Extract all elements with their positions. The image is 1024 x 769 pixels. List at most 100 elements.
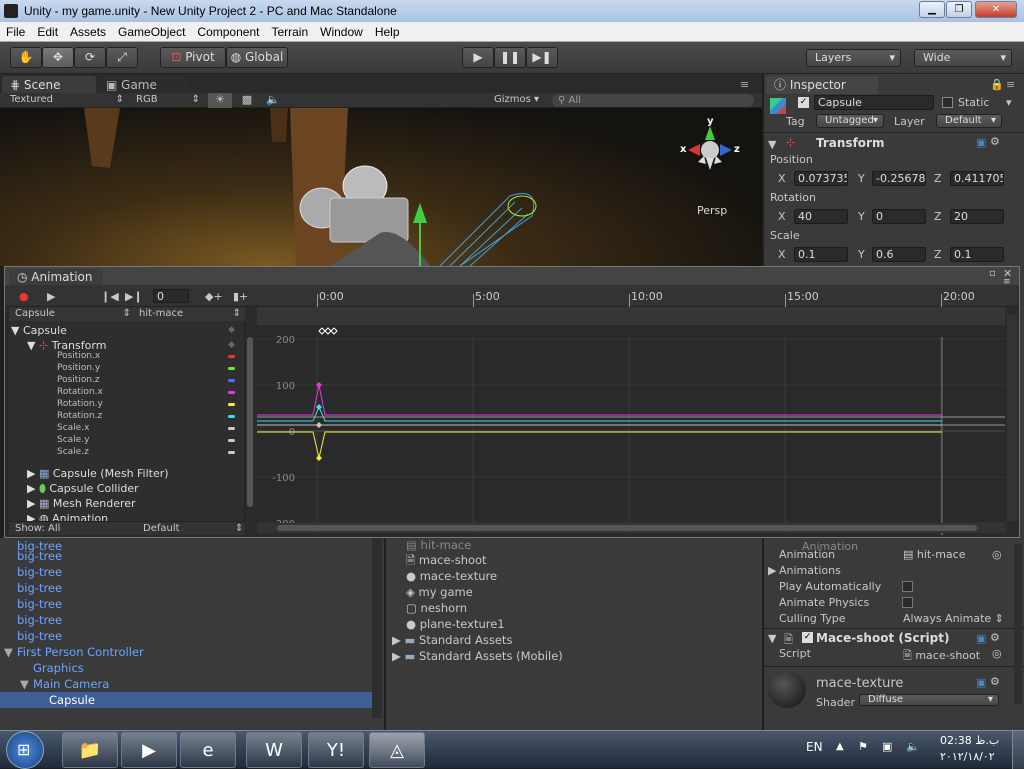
project-item-plane-texture1[interactable]: ● plane-texture1 [406,617,505,631]
tag-dropdown[interactable]: Untagged [816,114,884,128]
inspector-scrollbar[interactable] [1014,544,1022,704]
animate-physics-checkbox[interactable] [902,597,913,608]
position-y-field[interactable]: -0.25678 [872,171,926,186]
move-tool-icon[interactable]: ✥ [42,47,74,68]
scene-audio-icon[interactable]: 🔈 [262,93,284,108]
curve-property-rotation-z[interactable]: Rotation.z [57,411,102,421]
menu-component[interactable]: Component [191,25,265,39]
project-item-standard-assets-mobile[interactable]: ▶ ▬ Standard Assets (Mobile) [392,649,563,663]
main-camera-foldout-icon[interactable]: ▼ [20,677,29,691]
transform-foldout-icon[interactable]: ▼ [768,138,776,151]
start-button[interactable]: ⊞ [6,731,44,769]
volume-icon[interactable]: 🔈 [906,740,920,753]
position-x-field[interactable]: 0.073735 [794,171,848,186]
script-picker-icon[interactable]: ◎ [992,647,1002,660]
script-foldout-icon[interactable]: ▼ [768,632,776,645]
curve-property-position-x[interactable]: Position.x [57,351,100,361]
play-automatically-checkbox[interactable] [902,581,913,592]
color-mode-dropdown[interactable]: RGB ⇕ [136,94,200,105]
inspector-menu-icon[interactable]: ≡ [1006,78,1015,91]
show-filter-label[interactable]: Show: All [15,523,60,534]
keyframe-diamond-icon[interactable]: ◆ [228,325,235,335]
scale-tool-icon[interactable]: ⤢ [106,47,138,68]
menu-assets[interactable]: Assets [64,25,112,39]
pivot-toggle[interactable]: ⊡ Pivot [160,47,226,68]
hierarchy-item[interactable]: big-tree [17,597,62,611]
layers-dropdown[interactable]: Layers [806,49,901,67]
next-frame-button[interactable]: ▶❙ [125,290,143,303]
lock-icon[interactable]: 🔒 [990,78,1004,91]
yahoo-messenger-taskbar-icon[interactable]: Y! [308,732,364,768]
script-gear-icon[interactable]: ⚙ [990,631,1000,644]
active-checkbox[interactable]: ✓ [798,97,809,108]
object-dropdown[interactable]: Capsule ⇕ [15,308,131,319]
project-item-mace-texture[interactable]: ● mace-texture [406,569,497,583]
language-indicator[interactable]: EN [806,740,823,754]
menu-file[interactable]: File [0,25,31,39]
project-item-standard-assets[interactable]: ▶ ▬ Standard Assets [392,633,512,647]
tree-capsule-root[interactable]: ▼ Capsule [11,324,67,337]
layer-dropdown[interactable]: Default [936,114,1002,128]
prev-frame-button[interactable]: ❙◀ [101,290,119,303]
maximize-button[interactable]: ❐ [946,1,972,18]
add-keyframe-icon[interactable]: ◆+ [205,290,223,303]
script-enabled-checkbox[interactable]: ✓ [802,632,813,643]
maximize-pane-icon[interactable]: ▫ [989,268,996,279]
scene-viewport[interactable]: y x z Persp [0,108,762,266]
scale-y-field[interactable]: 0.6 [872,247,926,262]
curve-property-rotation-y[interactable]: Rotation.y [57,399,103,409]
position-z-field[interactable]: 0.411705 [950,171,1004,186]
hierarchy-item[interactable]: big-tree [17,581,62,595]
time-ruler[interactable]: 0:00 5:00 10:00 15:00 20:00 [257,286,1005,307]
tab-scene[interactable]: ⋕ Scene [2,76,96,94]
play-button[interactable]: ▶ [462,47,494,68]
render-mode-dropdown[interactable]: Textured ⇕ [10,94,124,105]
object-name-field[interactable]: Capsule [814,95,934,110]
scene-lighting-icon[interactable]: ☀ [208,93,232,108]
tree-capsule-collider[interactable]: ▶ ⬮ Capsule Collider [27,482,139,496]
anim-play-button[interactable]: ▶ [47,290,55,303]
clip-dropdown[interactable]: hit-mace ⇕ [139,308,241,319]
frame-field[interactable]: 0 [153,289,189,303]
curve-property-scale-y[interactable]: Scale.y [57,435,89,445]
hierarchy-item[interactable]: big-tree [17,549,62,563]
scene-menu-icon[interactable]: ≡ [740,78,749,91]
gizmos-dropdown[interactable]: Gizmos ▾ [494,94,539,105]
explorer-taskbar-icon[interactable]: 📁 [62,732,118,768]
network-icon[interactable]: ▣ [882,740,892,753]
material-help-icon[interactable]: ▣ [976,676,986,689]
tree-scrollbar[interactable] [247,337,253,507]
internet-explorer-taskbar-icon[interactable]: e [180,732,236,768]
menu-window[interactable]: Window [314,25,369,39]
action-center-flag-icon[interactable]: ⚑ [858,740,868,753]
shader-dropdown[interactable]: Diffuse [859,694,999,706]
curve-property-position-y[interactable]: Position.y [57,363,100,373]
rotation-y-field[interactable]: 0 [872,209,926,224]
hierarchy-item[interactable]: big-tree [17,565,62,579]
unity-taskbar-icon[interactable]: ◬ [369,732,425,768]
curve-editor[interactable]: 2001000-100-200 [257,299,1005,535]
curve-property-scale-x[interactable]: Scale.x [57,423,89,433]
record-button[interactable]: ● [19,290,29,303]
minimize-button[interactable]: ▁ [919,1,945,18]
tree-mesh-filter[interactable]: ▶ ▦ Capsule (Mesh Filter) [27,467,169,480]
curve-vertical-scrollbar[interactable] [1007,315,1017,521]
tree-mesh-renderer[interactable]: ▶ ▦ Mesh Renderer [27,497,136,510]
curve-graph[interactable]: 2001000-100-200 [257,299,1005,535]
global-toggle[interactable]: ◍ Global [226,47,288,68]
step-button[interactable]: ▶❚ [526,47,558,68]
menu-help[interactable]: Help [369,25,406,39]
rotate-tool-icon[interactable]: ⟳ [74,47,106,68]
object-picker-icon[interactable]: ◎ [992,548,1002,561]
animations-foldout-icon[interactable]: ▶ [768,564,776,577]
tab-animation[interactable]: ◷ Animation [9,269,103,285]
keyframe-diamond-icon[interactable]: ◆ [228,340,235,350]
material-gear-icon[interactable]: ⚙ [990,675,1000,688]
show-desktop-button[interactable] [1012,731,1024,769]
project-item-hit-mace[interactable]: ▤ hit-mace [406,538,471,552]
curve-property-rotation-x[interactable]: Rotation.x [57,387,103,397]
hierarchy-item-first-person-controller[interactable]: First Person Controller [17,645,144,659]
clock-date[interactable]: ۲۰۱۲/۱۸/۰۲ [940,750,995,763]
hierarchy-scrollbar[interactable] [372,538,382,718]
culling-type-dropdown[interactable]: Always Animate ⇕ [903,612,1004,625]
